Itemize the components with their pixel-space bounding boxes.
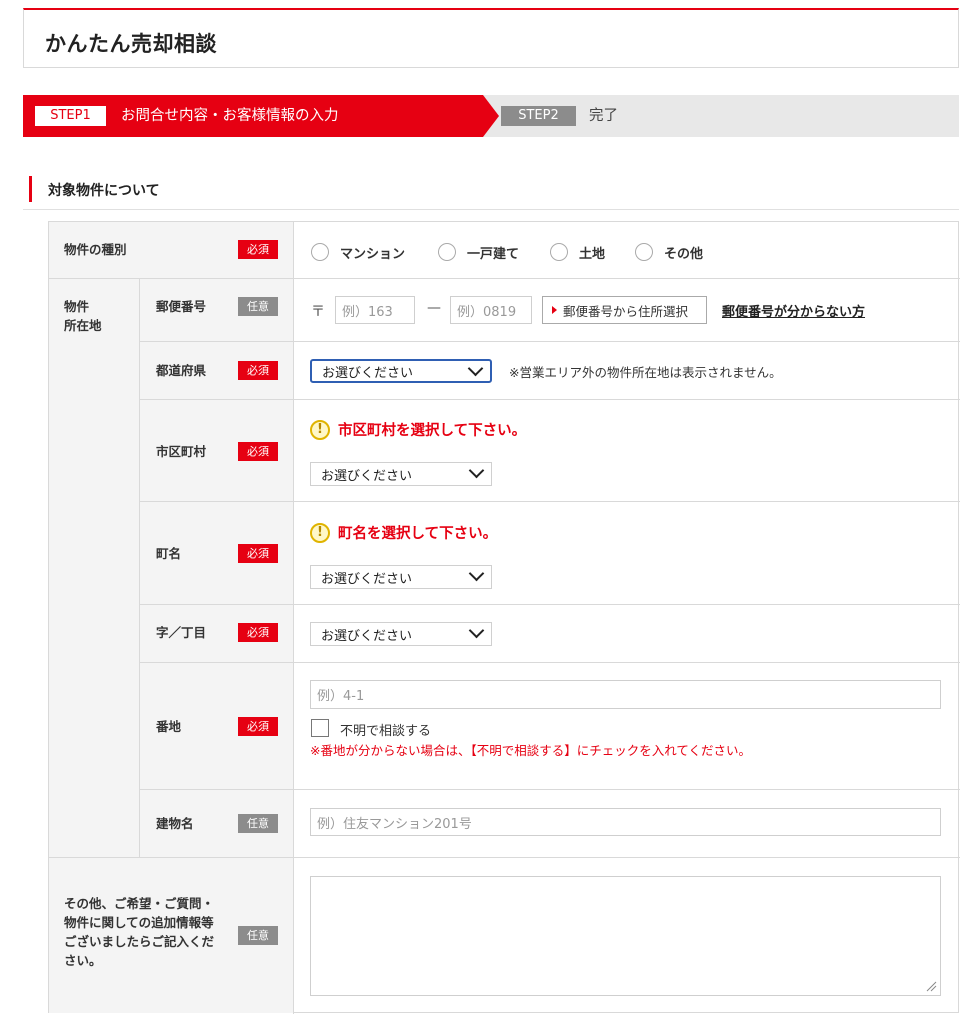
step1-label: お問合せ内容・お客様情報の入力 — [121, 108, 339, 124]
page-header: かんたん売却相談 — [23, 8, 959, 68]
divider — [139, 341, 960, 342]
city-error: ! 市区町村を選択して下さい。 — [310, 419, 526, 440]
town-label: 町名 — [156, 546, 182, 561]
step-arrow — [483, 95, 499, 137]
city-label: 市区町村 — [156, 444, 207, 459]
unknown-postal-link[interactable]: 郵便番号が分からない方 — [722, 301, 865, 320]
unknown-banchi-checkbox[interactable] — [311, 719, 329, 737]
warning-icon: ! — [310, 419, 330, 440]
chevron-down-icon — [468, 622, 485, 639]
divider — [139, 501, 960, 502]
radio-circle[interactable] — [438, 243, 456, 261]
town-error-text: 町名を選択して下さい。 — [338, 526, 498, 542]
location-label-line2: 所在地 — [64, 318, 102, 333]
section-accent-bar — [29, 176, 32, 202]
property-form: 物件の種別 必須 マンション 一戸建て 土地 その他 物件 所在地 郵便番号 任… — [48, 221, 960, 1014]
optional-badge: 任意 — [238, 926, 278, 945]
unknown-banchi-label[interactable]: 不明で相談する — [340, 720, 431, 739]
chevron-down-icon — [467, 360, 484, 377]
radio-mansion[interactable]: マンション — [311, 242, 405, 262]
required-badge: 必須 — [238, 623, 278, 642]
other-label-line1: その他、ご希望・ご質問・ — [64, 896, 215, 911]
divider — [139, 604, 960, 605]
banchi-input[interactable]: 例）4-1 — [310, 680, 941, 709]
chevron-down-icon — [468, 462, 485, 479]
divider — [139, 399, 960, 400]
divider — [49, 278, 960, 279]
select-value: お選びください — [321, 571, 413, 587]
warning-icon: ! — [310, 522, 330, 543]
other-label-line2: 物件に関しての追加情報等 — [64, 915, 214, 930]
step-indicator: STEP1 お問合せ内容・お客様情報の入力 STEP2 完了 — [23, 95, 959, 137]
required-badge: 必須 — [238, 240, 278, 259]
other-textarea[interactable] — [310, 876, 941, 996]
radio-circle[interactable] — [550, 243, 568, 261]
radio-other[interactable]: その他 — [635, 242, 703, 262]
postal-label: 郵便番号 — [156, 299, 207, 314]
section-header: 対象物件について — [23, 176, 959, 210]
radio-land[interactable]: 土地 — [550, 242, 605, 262]
postal-mark-icon: 〒 — [311, 304, 325, 320]
step2-label: 完了 — [589, 108, 618, 124]
postal-lookup-label: 郵便番号から住所選択 — [563, 303, 689, 319]
prefecture-label: 都道府県 — [156, 363, 207, 378]
select-value: お選びください — [321, 468, 413, 484]
page-title: かんたん売却相談 — [45, 32, 217, 56]
radio-label: 一戸建て — [467, 246, 520, 262]
property-type-label: 物件の種別 — [64, 242, 127, 257]
step1-badge: STEP1 — [35, 106, 106, 126]
building-input[interactable]: 例）住友マンション201号 — [310, 808, 941, 836]
radio-label: その他 — [664, 246, 704, 262]
divider — [139, 662, 960, 663]
required-badge: 必須 — [238, 442, 278, 461]
postal-code-first-input[interactable]: 例）163 — [335, 296, 415, 324]
town-error: ! 町名を選択して下さい。 — [310, 522, 497, 543]
optional-badge: 任意 — [238, 297, 278, 316]
town-select[interactable]: お選びください — [310, 565, 492, 589]
postal-lookup-button[interactable]: 郵便番号から住所選択 — [542, 296, 707, 324]
step2-badge: STEP2 — [501, 106, 576, 126]
radio-label: マンション — [340, 246, 406, 262]
postal-separator: — — [427, 300, 441, 316]
radio-circle[interactable] — [311, 243, 329, 261]
city-select[interactable]: お選びください — [310, 462, 492, 486]
banchi-label: 番地 — [156, 719, 182, 734]
select-value: お選びください — [321, 628, 413, 644]
optional-badge: 任意 — [238, 814, 278, 833]
divider — [49, 857, 960, 858]
chome-label: 字／丁目 — [156, 625, 207, 640]
chevron-down-icon — [468, 565, 485, 582]
prefecture-select[interactable]: お選びください — [310, 359, 492, 383]
section-title: 対象物件について — [48, 183, 160, 199]
building-label: 建物名 — [156, 816, 194, 831]
resize-grip-icon[interactable] — [926, 981, 937, 992]
radio-house[interactable]: 一戸建て — [438, 242, 519, 262]
location-label-line1: 物件 — [64, 299, 90, 314]
required-badge: 必須 — [238, 361, 278, 380]
radio-label: 土地 — [579, 246, 606, 262]
prefecture-note: ※営業エリア外の物件所在地は表示されません。 — [509, 365, 782, 380]
other-label-line4: さい。 — [64, 953, 102, 968]
required-badge: 必須 — [238, 544, 278, 563]
triangle-right-icon — [552, 306, 557, 314]
postal-code-second-input[interactable]: 例）0819 — [450, 296, 532, 324]
required-badge: 必須 — [238, 717, 278, 736]
divider — [139, 789, 960, 790]
divider — [139, 278, 140, 857]
chome-select[interactable]: お選びください — [310, 622, 492, 646]
other-label-line3: ございましたらご記入くだ — [64, 934, 215, 949]
select-value: お選びください — [322, 365, 414, 381]
city-error-text: 市区町村を選択して下さい。 — [338, 423, 527, 439]
banchi-note: ※番地が分からない場合は、【不明で相談する】にチェックを入れてください。 — [310, 743, 751, 758]
radio-circle[interactable] — [635, 243, 653, 261]
